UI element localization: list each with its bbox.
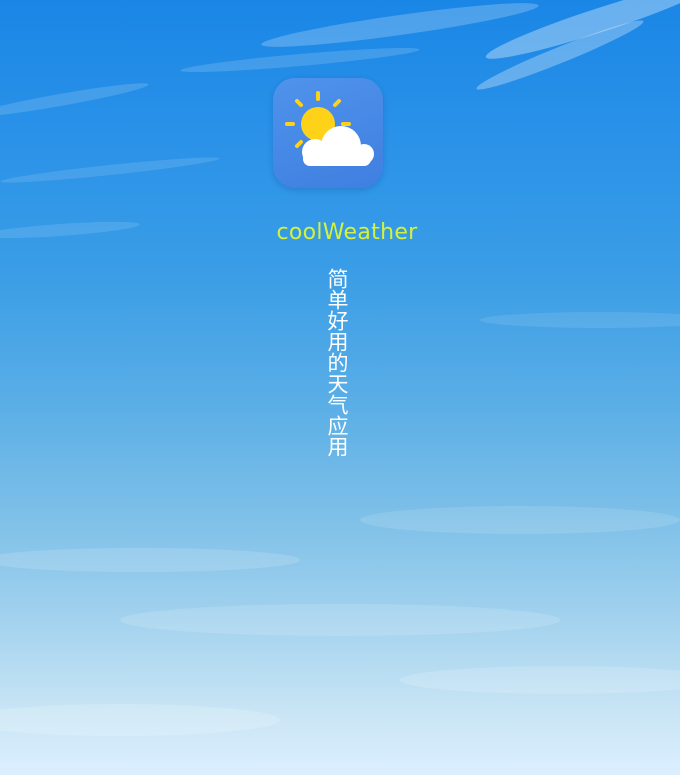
app-logo [273, 78, 383, 188]
app-slogan: 简单好用的天气应用 [325, 268, 349, 457]
sun-behind-cloud-icon [285, 91, 374, 166]
app-title: coolWeather [276, 220, 418, 245]
